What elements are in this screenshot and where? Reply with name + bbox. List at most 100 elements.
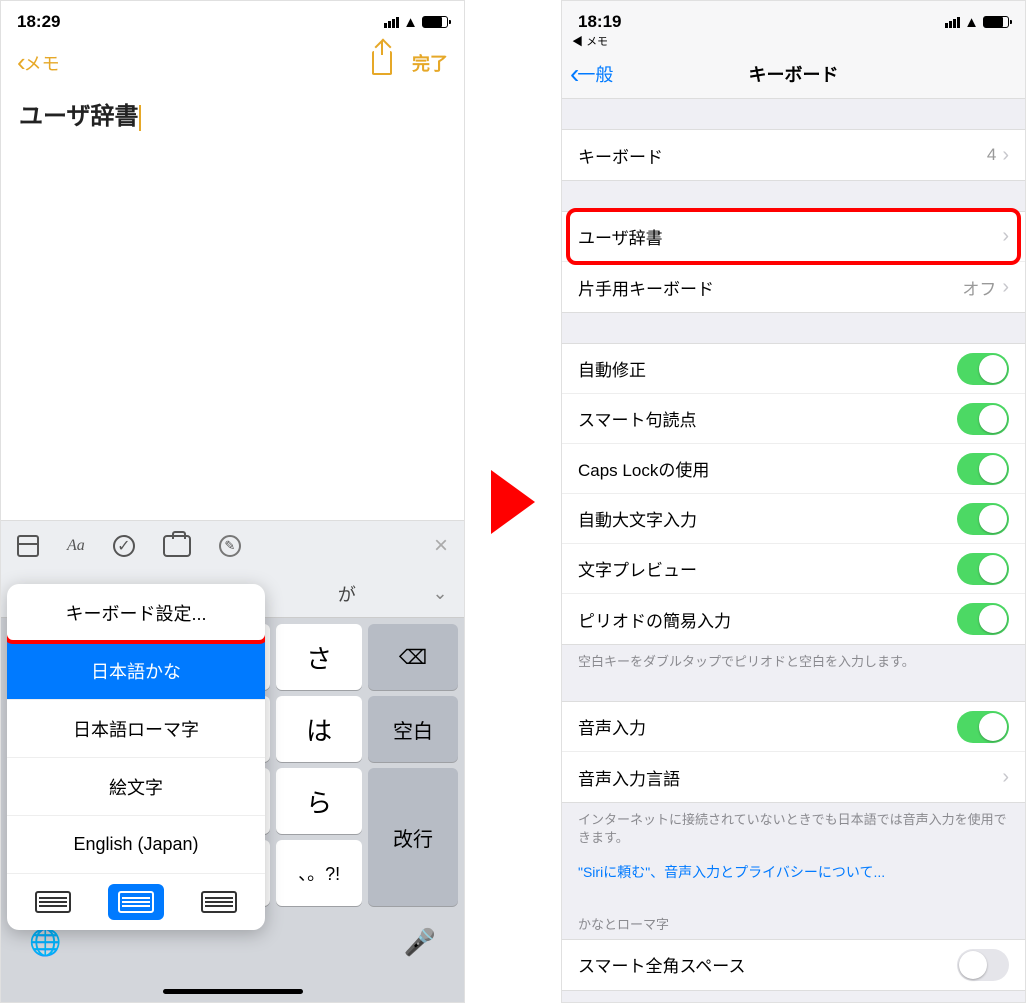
wifi-icon: ▲	[403, 14, 418, 31]
battery-icon	[422, 16, 448, 28]
toggle-on[interactable]	[957, 403, 1009, 435]
toggle-off[interactable]	[957, 949, 1009, 981]
kana-section-header: かなとローマ字	[562, 896, 1025, 939]
cell-label: 自動大文字入力	[578, 506, 697, 531]
dictation-footer: インターネットに接続されていないときでも日本語では音声入力を使用できます。	[562, 803, 1025, 847]
back-app-label: メモ	[586, 36, 608, 48]
one-hand-cell[interactable]: 片手用キーボード オフ ›	[562, 262, 1025, 312]
back-button[interactable]: ‹ メモ	[17, 47, 60, 78]
dictation-cell[interactable]: 音声入力	[562, 702, 1025, 752]
period-footer: 空白キーをダブルタップでピリオドと空白を入力します。	[562, 645, 1025, 671]
markup-icon[interactable]: ✎	[219, 535, 241, 557]
char-preview-cell[interactable]: 文字プレビュー	[562, 544, 1025, 594]
period-cell[interactable]: ピリオドの簡易入力	[562, 594, 1025, 644]
battery-icon	[983, 16, 1009, 28]
notes-nav: ‹ メモ 完了	[1, 35, 464, 88]
kb-left-icon[interactable]	[25, 884, 81, 920]
highlight-box	[7, 584, 265, 644]
chevron-right-icon: ›	[1002, 276, 1009, 299]
status-bar: 18:29 ▲	[1, 1, 464, 35]
settings-nav: ‹一般 キーボード	[562, 49, 1025, 99]
kb-full-icon[interactable]	[108, 884, 164, 920]
kb-option-romaji[interactable]: 日本語ローマ字	[7, 700, 265, 758]
cell-label: ユーザ辞書	[578, 224, 663, 249]
status-bar: 18:19 ▲	[562, 1, 1025, 35]
cell-label: 文字プレビュー	[578, 556, 697, 581]
toggle-on[interactable]	[957, 603, 1009, 635]
status-time: 18:19	[578, 12, 621, 32]
chevron-right-icon: ›	[1002, 144, 1009, 167]
settings-phone: 18:19 ▲ ◀ メモ ‹一般 キーボード キーボード 4 › ユーザ辞書 ›…	[561, 0, 1026, 1003]
key-sa[interactable]: さ	[276, 624, 362, 690]
full-space-cell[interactable]: スマート全角スペース	[562, 940, 1025, 990]
cell-value: オフ	[962, 275, 996, 300]
back-label: メモ	[24, 50, 60, 76]
format-icon[interactable]: Aa	[67, 537, 85, 555]
expand-suggestions[interactable]: ⌄	[416, 583, 464, 604]
nav-back-button[interactable]: ‹一般	[570, 58, 613, 90]
close-icon[interactable]: ×	[434, 532, 448, 560]
toggle-on[interactable]	[957, 503, 1009, 535]
cell-label: 音声入力	[578, 714, 646, 739]
status-icons: ▲	[384, 14, 448, 31]
key-ha[interactable]: は	[276, 696, 362, 762]
cell-label: 片手用キーボード	[578, 275, 714, 300]
kb-option-emoji[interactable]: 絵文字	[7, 758, 265, 816]
toggle-on[interactable]	[957, 453, 1009, 485]
toggle-on[interactable]	[957, 553, 1009, 585]
nav-back-label: 一般	[577, 61, 613, 87]
dictation-lang-cell[interactable]: 音声入力言語 ›	[562, 752, 1025, 802]
checklist-icon[interactable]: ✓	[113, 535, 135, 557]
suggestion[interactable]: が	[278, 581, 416, 607]
space-key[interactable]: 空白	[368, 696, 458, 762]
cell-label: スマート全角スペース	[578, 952, 745, 977]
cell-label: 自動修正	[578, 356, 646, 381]
key-ra[interactable]: ら	[276, 768, 362, 834]
share-icon[interactable]	[372, 51, 392, 75]
status-time: 18:29	[17, 12, 60, 32]
table-icon[interactable]	[17, 535, 39, 557]
keyboard-switcher-popup: キーボード設定... 日本語かな 日本語ローマ字 絵文字 English (Ja…	[7, 584, 265, 930]
chevron-right-icon: ›	[1002, 225, 1009, 248]
keyboards-cell[interactable]: キーボード 4 ›	[562, 130, 1025, 180]
cell-value: 4	[987, 145, 996, 165]
note-title[interactable]: ユーザ辞書	[1, 88, 464, 139]
arrow	[465, 0, 561, 1003]
key-sym[interactable]: 、。?!	[276, 840, 362, 906]
notes-phone: 18:29 ▲ ‹ メモ 完了 ユーザ辞書 Aa ✓ ✎ × に を が ⌄	[0, 0, 465, 1003]
cell-label: スマート句読点	[578, 406, 697, 431]
enter-key[interactable]: 改行	[368, 768, 458, 906]
cell-label: ピリオドの簡易入力	[578, 607, 731, 632]
candidate-bar: Aa ✓ ✎ ×	[1, 520, 464, 570]
text-cursor	[139, 105, 141, 131]
toggle-on[interactable]	[957, 711, 1009, 743]
done-button[interactable]: 完了	[412, 50, 448, 76]
cell-label: キーボード	[578, 143, 663, 168]
mic-icon[interactable]: 🎤	[404, 927, 436, 958]
toggle-on[interactable]	[957, 353, 1009, 385]
kb-right-icon[interactable]	[191, 884, 247, 920]
globe-icon[interactable]: 🌐	[29, 927, 61, 958]
auto-caps-cell[interactable]: 自動大文字入力	[562, 494, 1025, 544]
home-indicator[interactable]	[163, 989, 303, 994]
delete-key[interactable]: ⌫	[368, 624, 458, 690]
cell-label: Caps Lockの使用	[578, 456, 709, 481]
auto-correct-cell[interactable]: 自動修正	[562, 344, 1025, 394]
wifi-icon: ▲	[964, 14, 979, 31]
note-title-text: ユーザ辞書	[19, 103, 139, 130]
kb-option-kana[interactable]: 日本語かな	[7, 642, 265, 700]
status-icons: ▲	[945, 14, 1009, 31]
user-dictionary-cell[interactable]: ユーザ辞書 ›	[562, 212, 1025, 262]
caps-lock-cell[interactable]: Caps Lockの使用	[562, 444, 1025, 494]
signal-icon	[945, 17, 960, 28]
nav-title: キーボード	[749, 61, 839, 87]
smart-punct-cell[interactable]: スマート句読点	[562, 394, 1025, 444]
kb-option-english[interactable]: English (Japan)	[7, 816, 265, 874]
arrow-icon	[491, 470, 535, 534]
camera-icon[interactable]	[163, 535, 191, 557]
cell-label: 音声入力言語	[578, 765, 680, 790]
siri-privacy-link[interactable]: "Siriに頼む"、音声入力とプライバシーについて...	[562, 848, 1025, 896]
signal-icon	[384, 17, 399, 28]
back-to-app[interactable]: ◀ メモ	[562, 33, 1025, 49]
chevron-right-icon: ›	[1002, 766, 1009, 789]
